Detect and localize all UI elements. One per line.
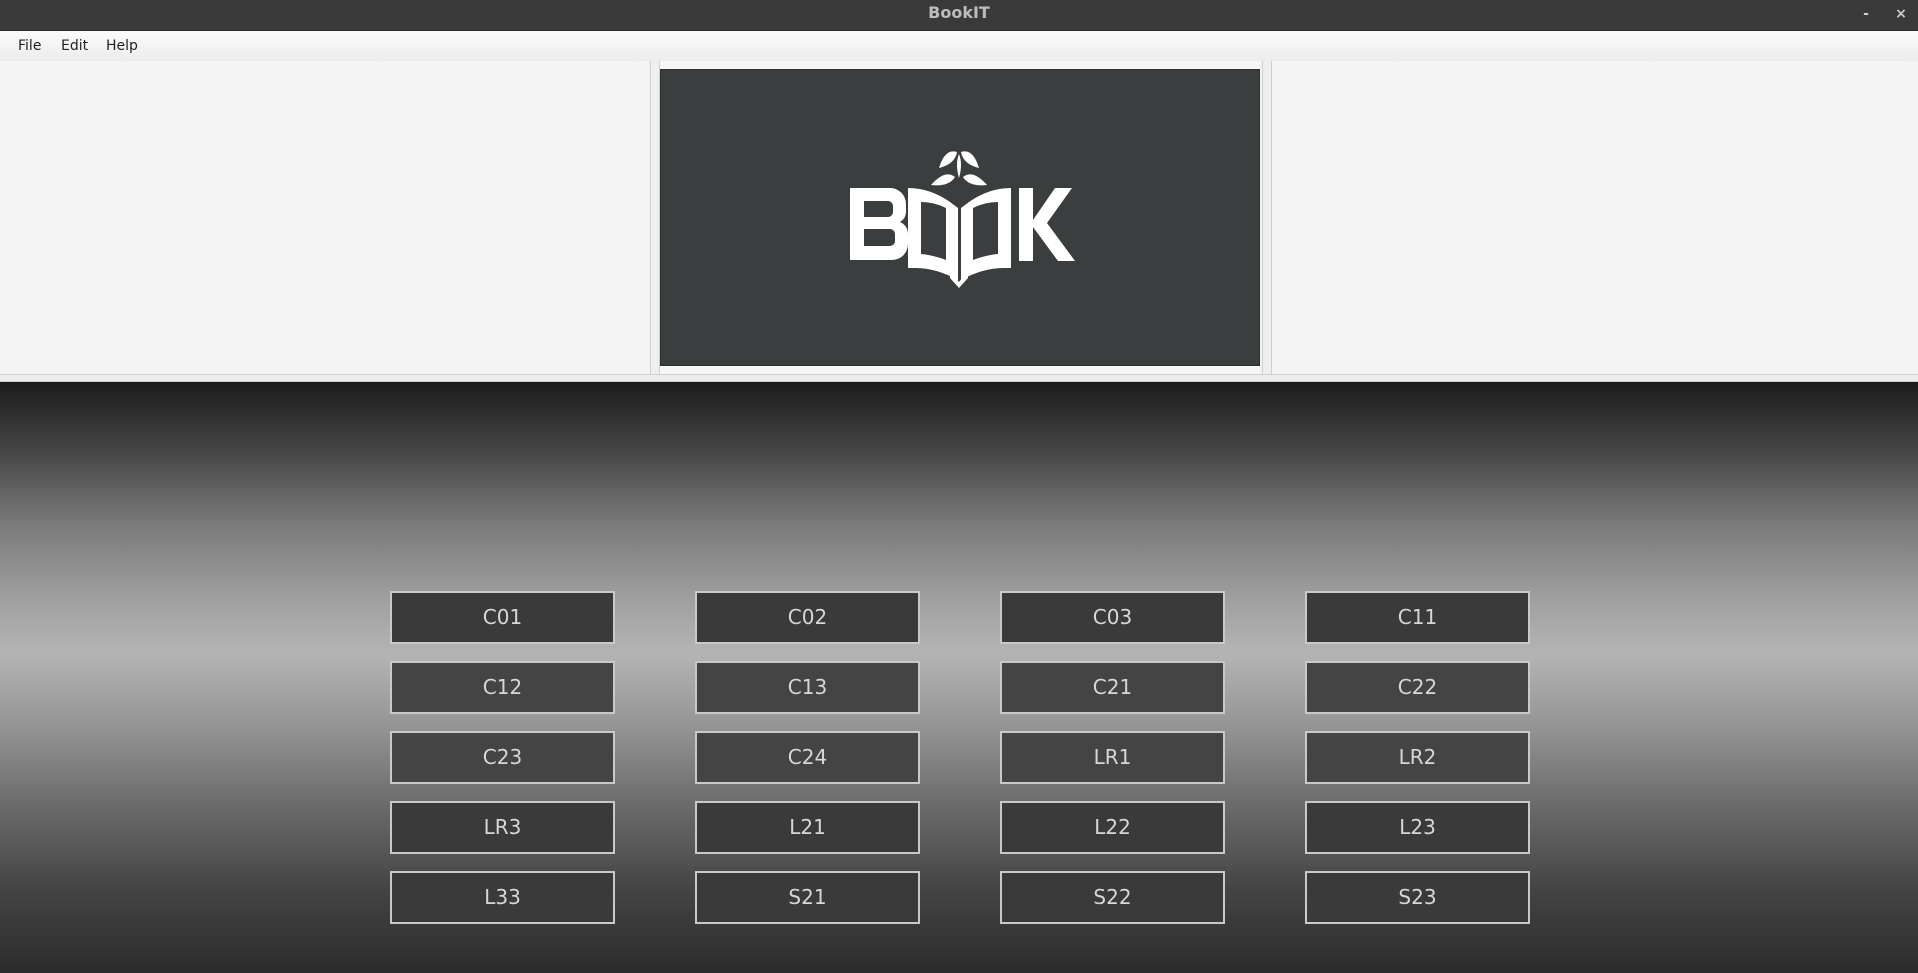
room-button-c13[interactable]: C13 (695, 661, 920, 714)
menu-bar: File Edit Help (0, 31, 1918, 62)
menu-edit[interactable]: Edit (53, 31, 96, 61)
room-button-c22[interactable]: C22 (1305, 661, 1530, 714)
logo-leaf-3 (963, 174, 987, 186)
room-button-l21[interactable]: L21 (695, 801, 920, 854)
room-button-c12[interactable]: C12 (390, 661, 615, 714)
room-button-c01[interactable]: C01 (390, 591, 615, 644)
header-split-pane (0, 61, 1918, 382)
menu-help[interactable]: Help (98, 31, 146, 61)
left-split-divider[interactable] (650, 61, 660, 374)
title-bar[interactable]: BookIT - × (0, 0, 1918, 30)
logo-right-page (961, 188, 1011, 280)
room-button-l33[interactable]: L33 (390, 871, 615, 924)
room-button-lr3[interactable]: LR3 (390, 801, 615, 854)
right-pane (1272, 61, 1918, 374)
room-button-c03[interactable]: C03 (1000, 591, 1225, 644)
logo-leaf-4 (961, 151, 979, 168)
room-button-s23[interactable]: S23 (1305, 871, 1530, 924)
minimize-button[interactable]: - (1855, 4, 1877, 24)
room-button-s21[interactable]: S21 (695, 871, 920, 924)
menu-file[interactable]: File (10, 31, 49, 61)
room-button-c24[interactable]: C24 (695, 731, 920, 784)
logo-panel (660, 69, 1260, 366)
logo-letter-b (850, 188, 908, 260)
logo-letter-k (1019, 188, 1075, 261)
room-button-lr1[interactable]: LR1 (1000, 731, 1225, 784)
logo-leaf-1 (931, 174, 955, 186)
room-button-c23[interactable]: C23 (390, 731, 615, 784)
logo-leaf-5 (957, 154, 961, 178)
room-button-grid: C01 C02 C03 C11 C12 C13 C21 C22 C23 C24 … (390, 591, 1530, 924)
center-pane (660, 61, 1260, 374)
window-title: BookIT (928, 3, 990, 22)
logo-leaf-2 (939, 151, 957, 168)
room-button-c11[interactable]: C11 (1305, 591, 1530, 644)
horizontal-scrollbar[interactable] (0, 374, 1918, 382)
room-button-s22[interactable]: S22 (1000, 871, 1225, 924)
close-button[interactable]: × (1890, 4, 1912, 24)
room-selection-area: C01 C02 C03 C11 C12 C13 C21 C22 C23 C24 … (0, 382, 1918, 973)
book-logo (850, 151, 1075, 288)
room-button-c02[interactable]: C02 (695, 591, 920, 644)
logo-left-page (908, 188, 958, 280)
room-button-l23[interactable]: L23 (1305, 801, 1530, 854)
left-pane (0, 61, 650, 374)
room-button-c21[interactable]: C21 (1000, 661, 1225, 714)
room-button-l22[interactable]: L22 (1000, 801, 1225, 854)
room-button-lr2[interactable]: LR2 (1305, 731, 1530, 784)
right-split-divider[interactable] (1262, 61, 1272, 374)
app-window: BookIT - × File Edit Help C01 C02 C03 C1… (0, 0, 1918, 973)
